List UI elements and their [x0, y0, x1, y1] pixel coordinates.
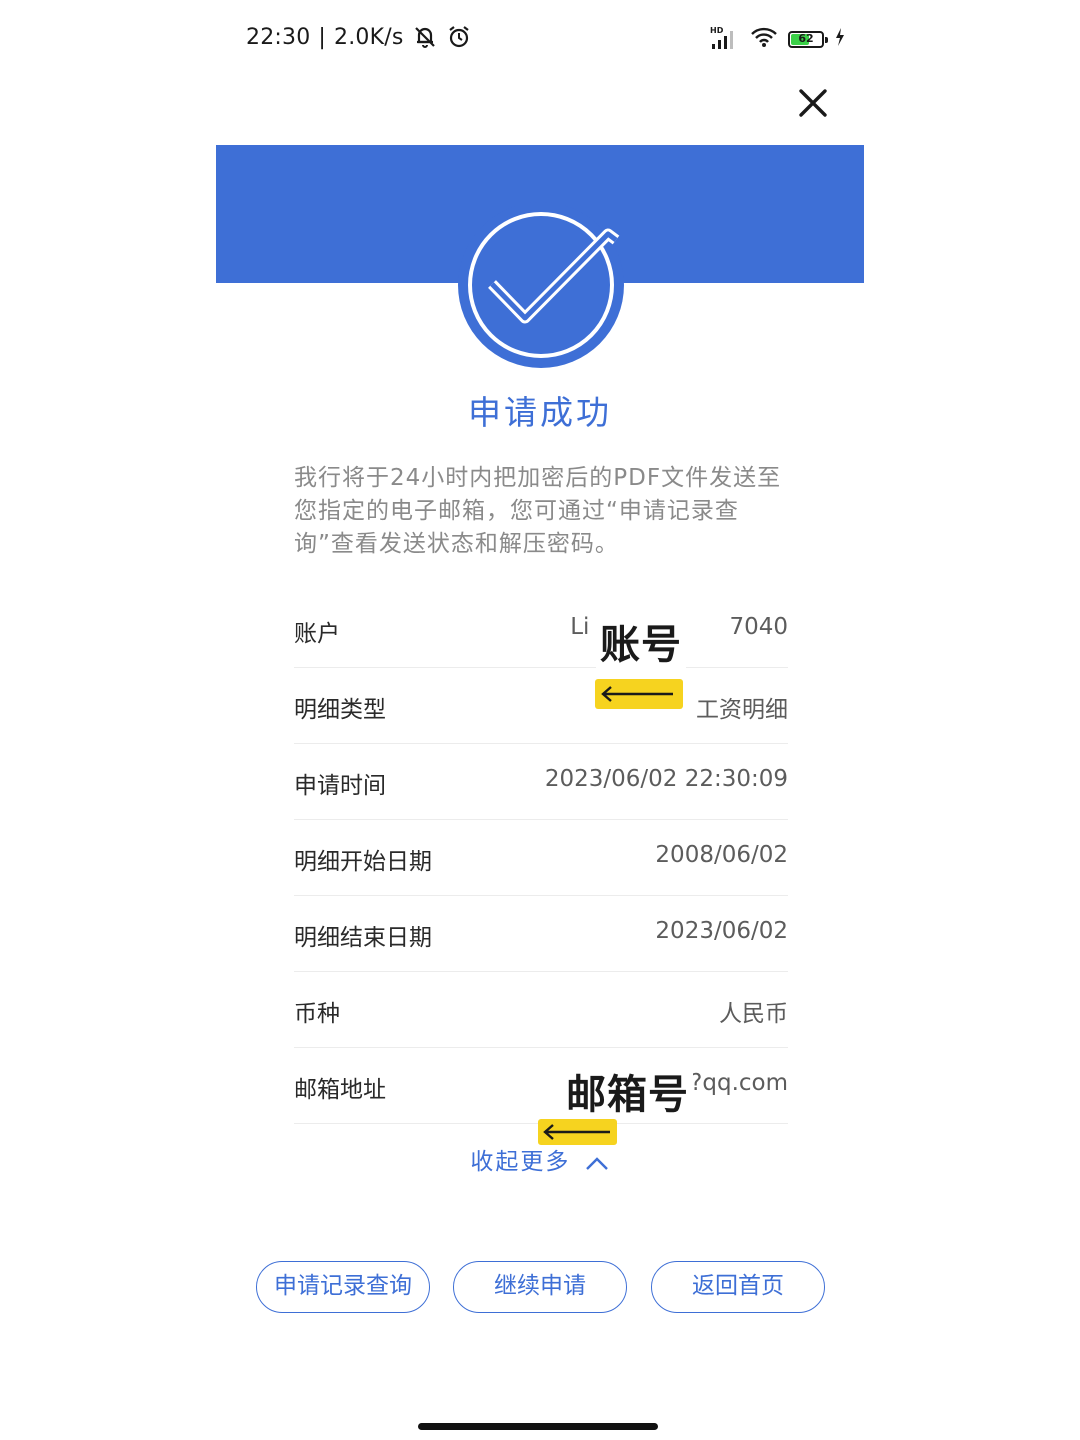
close-button[interactable] — [792, 82, 834, 124]
home-indicator[interactable] — [418, 1423, 658, 1430]
success-description: 我行将于24小时内把加密后的PDF文件发送至您指定的电子邮箱，您可通过“申请记录… — [294, 465, 782, 557]
detail-value: 2023/06/02 — [655, 918, 788, 944]
success-title: 申请成功 — [468, 393, 612, 432]
continue-apply-button[interactable]: 继续申请 — [453, 1261, 627, 1313]
battery-tip — [825, 36, 828, 43]
page: 22:30 | 2.0K/s HD 62 申请成功 我行将于24小时内把加密后的… — [0, 0, 1080, 1440]
account-value-end: 7040 — [729, 614, 788, 640]
status-speed: 2.0K/s — [334, 24, 404, 50]
status-separator: | — [318, 24, 327, 50]
detail-row-account: 账户 Li 7040 — [294, 592, 788, 668]
check-circle-icon — [458, 202, 624, 368]
battery-level: 62 — [798, 31, 814, 45]
account-value-start: Li — [570, 614, 590, 640]
detail-label: 申请时间 — [294, 773, 386, 799]
detail-label: 明细开始日期 — [294, 849, 432, 875]
battery-icon: 62 — [788, 30, 828, 48]
alarm-icon — [446, 24, 472, 50]
detail-value: 人民币 — [719, 1001, 788, 1027]
query-records-button[interactable]: 申请记录查询 — [256, 1261, 430, 1313]
detail-row-start-date: 明细开始日期 2008/06/02 — [294, 820, 788, 896]
annotation-email-label: 邮箱号 — [562, 1062, 693, 1120]
detail-label: 币种 — [294, 1001, 340, 1027]
close-icon — [799, 89, 827, 117]
detail-label: 明细类型 — [294, 697, 386, 723]
chevron-up-icon — [585, 1156, 608, 1170]
charging-icon — [834, 27, 846, 51]
detail-row-time: 申请时间 2023/06/02 22:30:09 — [294, 744, 788, 820]
back-home-button[interactable]: 返回首页 — [651, 1261, 825, 1313]
status-right: HD 62 — [710, 26, 846, 52]
collapse-label: 收起更多 — [470, 1149, 571, 1175]
detail-value: 工资明细 — [696, 697, 788, 723]
detail-value: 2008/06/02 — [655, 842, 788, 868]
detail-row-end-date: 明细结束日期 2023/06/02 — [294, 896, 788, 972]
annotation-arrow — [595, 679, 683, 709]
mute-bell-icon — [412, 24, 438, 50]
status-time: 22:30 — [246, 24, 311, 50]
signal-icon: HD — [710, 26, 740, 50]
detail-value: ?qq.com — [690, 1070, 788, 1096]
detail-row-currency: 币种 人民币 — [294, 972, 788, 1048]
detail-list: 账户 Li 7040 明细类型 工资明细 申请时间 2023/06/02 22:3… — [294, 592, 788, 1124]
annotation-account-label: 账号 — [596, 612, 686, 670]
status-left: 22:30 | 2.0K/s — [246, 24, 472, 50]
detail-label: 邮箱地址 — [294, 1077, 386, 1103]
detail-row-type: 明细类型 工资明细 — [294, 668, 788, 744]
detail-label: 账户 — [294, 621, 340, 647]
detail-row-email: 邮箱地址 ?qq.com — [294, 1048, 788, 1124]
status-bar: 22:30 | 2.0K/s HD 62 — [246, 20, 846, 60]
detail-label: 明细结束日期 — [294, 925, 432, 951]
detail-value: 2023/06/02 22:30:09 — [544, 766, 788, 792]
wifi-icon — [750, 26, 778, 52]
collapse-more-link[interactable]: 收起更多 — [0, 1142, 1080, 1176]
